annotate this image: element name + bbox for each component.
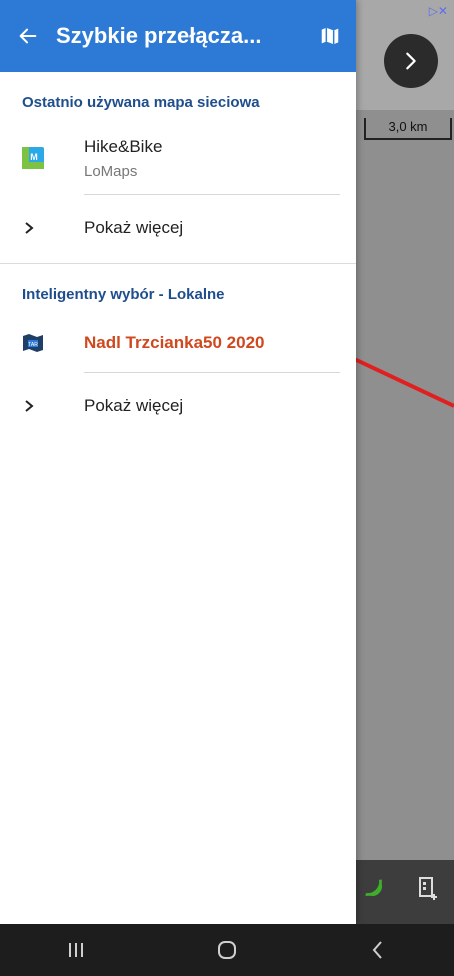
show-more-label: Pokaż więcej <box>84 218 184 237</box>
arrow-left-icon <box>19 28 37 44</box>
drawer-title: Szybkie przełącza... <box>56 23 262 48</box>
list-item-hike-bike[interactable]: M Hike&Bike LoMaps <box>0 121 356 195</box>
quick-switch-drawer: Szybkie przełącza... Ostatnio używana ma… <box>0 0 356 924</box>
svg-text:M: M <box>30 152 38 162</box>
recent-apps-icon[interactable] <box>64 940 88 960</box>
back-button[interactable] <box>0 25 56 47</box>
show-more-label: Pokaż więcej <box>84 396 184 415</box>
svg-text:TAR: TAR <box>28 342 38 348</box>
show-more-button[interactable]: Pokaż więcej <box>0 373 356 439</box>
system-navigation-bar <box>0 924 454 976</box>
offline-map-icon: TAR <box>23 334 43 352</box>
chevron-right-icon <box>25 400 34 412</box>
drawer-header: Szybkie przełącza... <box>0 0 356 72</box>
back-nav-icon[interactable] <box>366 938 390 962</box>
item-title: Nadl Trzcianka50 2020 <box>84 333 265 352</box>
list-item-nadl-trzcianka[interactable]: TAR Nadl Trzcianka50 2020 <box>0 313 356 373</box>
add-point-icon[interactable] <box>416 876 440 902</box>
home-icon[interactable] <box>215 938 239 962</box>
map-button[interactable] <box>304 25 356 47</box>
section-title-smart-choice: Inteligentny wybór - Lokalne <box>22 286 225 303</box>
item-title: Hike&Bike <box>84 136 163 156</box>
gps-signal-icon[interactable] <box>362 876 384 898</box>
map-icon <box>321 27 339 45</box>
section-title-recent-online-map: Ostatnio używana mapa sieciowa <box>22 94 260 111</box>
chevron-right-icon <box>25 222 34 234</box>
lomaps-icon: M <box>22 147 44 169</box>
item-subtitle: LoMaps <box>84 162 138 180</box>
show-more-button[interactable]: Pokaż więcej <box>0 195 356 261</box>
